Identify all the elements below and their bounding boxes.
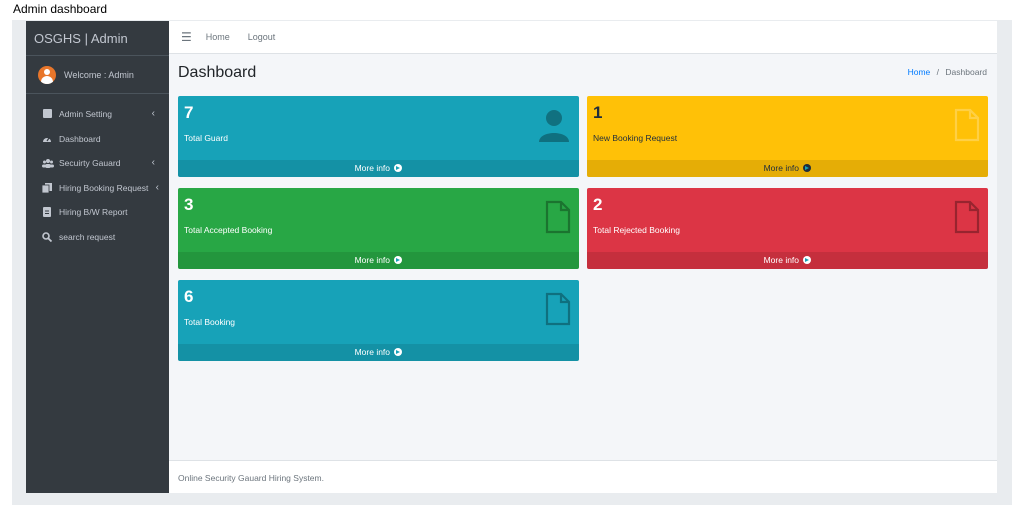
breadcrumb-current: Dashboard bbox=[945, 67, 987, 77]
chevron-left-icon: ‹ bbox=[155, 181, 159, 193]
chevron-left-icon: ‹ bbox=[151, 157, 155, 168]
arrow-circle-right-icon bbox=[803, 256, 812, 264]
welcome-text: Welcome : Admin bbox=[64, 69, 134, 80]
stat-label: New Booking Request bbox=[593, 133, 678, 143]
stat-label: Total Accepted Booking bbox=[184, 225, 273, 235]
sidebar-item-hiring-booking-request[interactable]: Hiring Booking Request ‹ bbox=[26, 176, 169, 201]
file-icon bbox=[545, 292, 571, 331]
brand-link[interactable]: OSGHS | Admin bbox=[26, 21, 169, 56]
breadcrumb-home-link[interactable]: Home bbox=[908, 67, 931, 77]
breadcrumb: Home / Dashboard bbox=[908, 67, 987, 77]
stat-number: 3 bbox=[184, 195, 194, 214]
stat-number: 7 bbox=[184, 103, 194, 122]
sidebar-item-label: Secuirty Gauard bbox=[59, 158, 121, 169]
stat-number: 1 bbox=[593, 103, 603, 122]
more-info-label: More info bbox=[354, 163, 391, 173]
more-info-link[interactable]: More info bbox=[178, 160, 579, 177]
sidebar-item-security-guard[interactable]: Secuirty Gauard ‹ bbox=[26, 151, 169, 176]
stat-number: 2 bbox=[593, 195, 603, 214]
copy-icon bbox=[41, 182, 52, 194]
more-info-link[interactable]: More info bbox=[587, 160, 988, 177]
bars-icon[interactable]: ☰ bbox=[181, 30, 192, 44]
sidebar-item-label: Admin Setting bbox=[59, 109, 112, 120]
more-info-label: More info bbox=[354, 347, 391, 357]
user-panel: Welcome : Admin bbox=[26, 56, 169, 94]
stat-label: Total Booking bbox=[184, 317, 236, 327]
file-icon bbox=[545, 200, 571, 239]
more-info-link[interactable]: More info bbox=[178, 252, 579, 269]
sidebar-item-label: Hiring B/W Report bbox=[59, 207, 128, 218]
sidebar-item-label: Dashboard bbox=[59, 133, 101, 144]
tachometer-icon bbox=[42, 134, 52, 144]
sidebar-item-hiring-bw-report[interactable]: Hiring B/W Report bbox=[26, 200, 169, 225]
more-info-link[interactable]: More info bbox=[587, 252, 988, 269]
file-icon bbox=[42, 207, 52, 218]
sidebar-item-label: Hiring Booking Request bbox=[59, 182, 149, 193]
stat-box-total-accepted-booking: 3 Total Accepted Booking More info bbox=[178, 188, 579, 269]
arrow-circle-right-icon bbox=[803, 164, 812, 172]
sidebar: OSGHS | Admin Welcome : Admin Admin Sett… bbox=[26, 21, 169, 493]
stat-box-new-booking-request: 1 New Booking Request More info bbox=[587, 96, 988, 177]
stat-label: Total Guard bbox=[184, 133, 228, 143]
arrow-circle-right-icon bbox=[394, 164, 403, 172]
stat-box-total-rejected-booking: 2 Total Rejected Booking More info bbox=[587, 188, 988, 269]
sidebar-menu: Admin Setting ‹ Dashboard Secuirty Gauar… bbox=[26, 94, 169, 249]
arrow-circle-right-icon bbox=[394, 256, 403, 264]
file-icon bbox=[954, 108, 980, 147]
footer-text: Online Security Gauard Hiring System. bbox=[178, 473, 324, 483]
sidebar-item-dashboard[interactable]: Dashboard bbox=[26, 127, 169, 152]
more-info-label: More info bbox=[763, 255, 800, 265]
page-title: Dashboard bbox=[178, 64, 257, 81]
stat-box-total-booking: 6 Total Booking More info bbox=[178, 280, 579, 361]
breadcrumb-separator: / bbox=[936, 67, 940, 77]
arrow-circle-right-icon bbox=[394, 348, 403, 356]
stat-label: Total Rejected Booking bbox=[593, 225, 680, 235]
stat-number: 6 bbox=[184, 287, 194, 306]
nav-home-link[interactable]: Home bbox=[206, 32, 230, 42]
more-info-label: More info bbox=[763, 163, 800, 173]
chevron-left-icon: ‹ bbox=[151, 108, 155, 119]
top-navbar: ☰ Home Logout bbox=[169, 21, 997, 54]
sidebar-item-label: search request bbox=[59, 231, 116, 242]
more-info-label: More info bbox=[354, 255, 391, 265]
content-wrapper: Dashboard Home / Dashboard 7 Total Guard… bbox=[169, 54, 997, 460]
sidebar-item-search-request[interactable]: search request bbox=[26, 225, 169, 250]
search-icon bbox=[42, 231, 53, 242]
page-caption: Admin dashboard bbox=[13, 2, 108, 16]
stat-box-total-guard: 7 Total Guard More info bbox=[178, 96, 579, 177]
sidebar-item-admin-setting[interactable]: Admin Setting ‹ bbox=[26, 102, 169, 127]
nav-logout-link[interactable]: Logout bbox=[248, 32, 276, 42]
user-icon bbox=[537, 108, 571, 147]
avatar bbox=[38, 65, 56, 84]
file-icon bbox=[954, 200, 980, 239]
main-footer: Online Security Gauard Hiring System. bbox=[169, 460, 997, 493]
plus-square-icon bbox=[42, 109, 52, 119]
users-icon bbox=[42, 158, 54, 169]
more-info-link[interactable]: More info bbox=[178, 344, 579, 361]
